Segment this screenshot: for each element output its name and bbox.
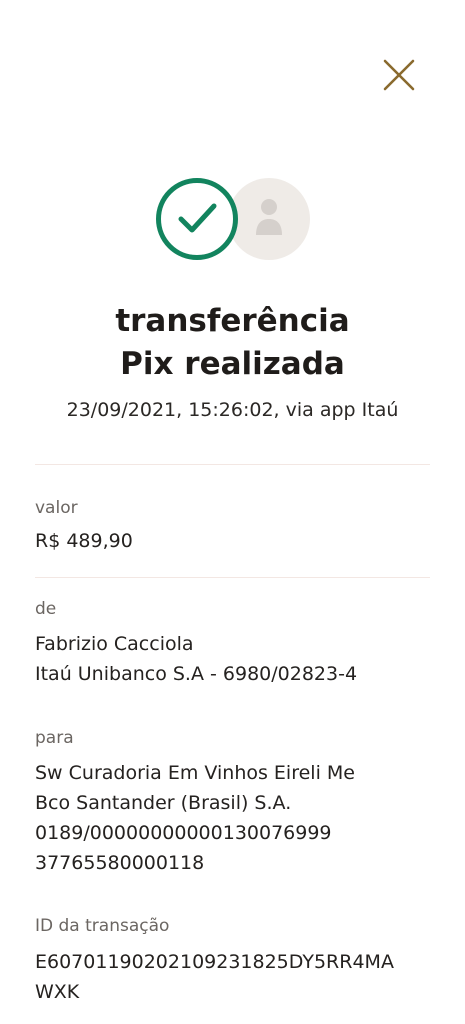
valor-amount: R$ 489,90 xyxy=(35,530,133,552)
de-label: de xyxy=(35,599,57,619)
recipient-avatar xyxy=(228,178,310,260)
recipient-bank: Bco Santander (Brasil) S.A. xyxy=(35,792,292,814)
title-line-1: transferência xyxy=(115,303,350,339)
divider xyxy=(35,464,430,465)
recipient-details: Sw Curadoria Em Vinhos Eireli Me Bco San… xyxy=(35,758,355,878)
status-icons xyxy=(156,178,310,262)
recipient-account: 0189/00000000000130076999 xyxy=(35,822,332,844)
close-icon xyxy=(383,59,415,91)
para-label: para xyxy=(35,728,74,748)
page-title: transferência Pix realizada xyxy=(0,300,465,386)
check-icon xyxy=(178,203,217,233)
title-line-2: Pix realizada xyxy=(120,346,345,382)
transaction-id-label: ID da transação xyxy=(35,916,170,936)
sender-name: Fabrizio Cacciola xyxy=(35,633,194,655)
divider xyxy=(35,577,430,578)
transaction-id: E60701190202109231825DY5RR4MA WXK xyxy=(35,947,394,1007)
close-button[interactable] xyxy=(381,57,417,93)
sender-bank: Itaú Unibanco S.A - 6980/02823-4 xyxy=(35,663,358,685)
recipient-name: Sw Curadoria Em Vinhos Eireli Me xyxy=(35,762,355,784)
valor-label: valor xyxy=(35,498,78,518)
transaction-id-line-1: E60701190202109231825DY5RR4MA xyxy=(35,951,394,973)
transaction-id-line-2: WXK xyxy=(35,981,80,1003)
sender-details: Fabrizio Cacciola Itaú Unibanco S.A - 69… xyxy=(35,629,357,689)
recipient-document: 37765580000118 xyxy=(35,852,205,874)
success-badge xyxy=(156,178,238,260)
transaction-datetime: 23/09/2021, 15:26:02, via app Itaú xyxy=(66,399,399,421)
person-icon xyxy=(256,199,282,235)
